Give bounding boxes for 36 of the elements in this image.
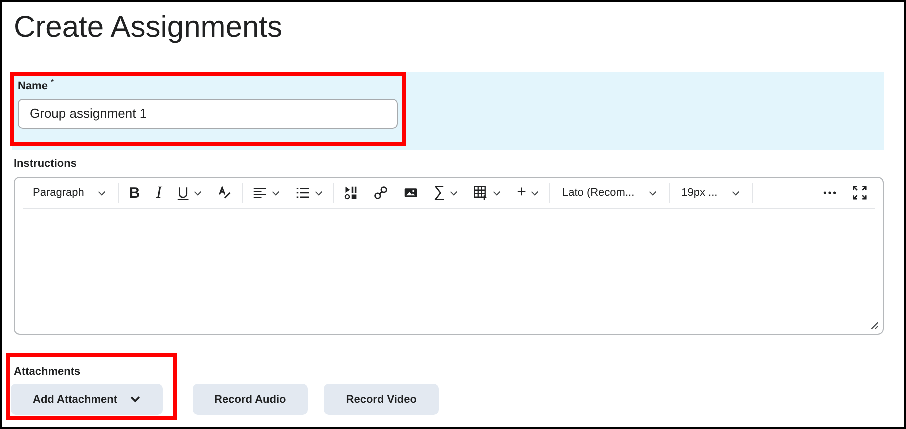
caret-icon (98, 190, 106, 196)
align-left-icon (252, 186, 267, 200)
fullscreen-icon (853, 186, 867, 200)
media-icon (344, 186, 358, 200)
toolbar-dropdown[interactable]: Lato (Recom... (552, 180, 667, 206)
record-button[interactable]: Record Video (324, 384, 439, 415)
toolbar-dropdown[interactable]: Paragraph (23, 180, 116, 206)
field-label: Instructions (14, 158, 78, 170)
caret-icon (272, 190, 280, 196)
resize-handle-icon[interactable] (870, 321, 879, 330)
text-editor[interactable]: Paragraph B I U ∑ + Lato (Recom... 19px ... (14, 177, 884, 335)
toolbar-button[interactable]: ∑ (426, 180, 466, 206)
caret-icon (194, 190, 202, 196)
link-icon (374, 186, 388, 200)
caret-icon (732, 190, 740, 196)
toolbar-button[interactable]: + (509, 180, 548, 206)
toolbar-button[interactable]: I (148, 180, 170, 206)
section-label: Attachments (14, 366, 82, 378)
record-button[interactable]: Record Audio (192, 384, 308, 415)
text-format-icon (218, 186, 232, 200)
page-title: Create Assignments (14, 10, 284, 46)
caret-icon (648, 190, 657, 196)
caret-icon (130, 396, 141, 403)
bulleted-list-icon (296, 186, 310, 200)
caret-icon (493, 190, 502, 196)
toolbar-dropdown[interactable]: 19px ... (672, 180, 750, 206)
toolbar-button[interactable]: B (121, 180, 148, 206)
table-icon (474, 186, 488, 200)
caret-icon (450, 190, 458, 196)
caret-icon (531, 190, 540, 196)
image-icon (404, 186, 418, 200)
name-field[interactable]: Group assignment 1 (18, 98, 398, 129)
toolbar-button[interactable]: U (170, 180, 210, 206)
field-label: Name $^{*}$ (18, 78, 56, 93)
add-attachment-button[interactable]: Add Attachment (11, 384, 163, 415)
caret-icon (314, 190, 323, 196)
